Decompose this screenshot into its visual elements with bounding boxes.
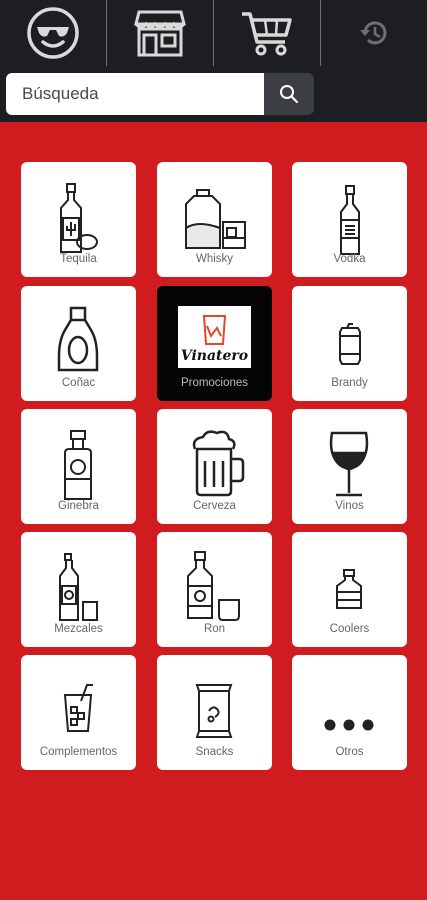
cart-icon — [242, 12, 292, 56]
nav-cart-button[interactable] — [214, 0, 321, 66]
nav-history-button[interactable] — [321, 0, 427, 66]
category-tile-brandy[interactable]: Brandy — [292, 286, 407, 401]
category-label: Brandy — [331, 377, 368, 389]
category-label: Cerveza — [193, 500, 236, 512]
category-label: Vodka — [333, 253, 366, 265]
category-tile-mezcales[interactable]: Mezcales — [21, 532, 136, 647]
search-button[interactable] — [264, 73, 314, 115]
smiley-sunglasses-icon — [27, 7, 79, 59]
category-label: Complementos — [39, 746, 118, 758]
category-tile-coolers[interactable]: Coolers — [292, 532, 407, 647]
category-label: Coñac — [61, 377, 96, 389]
category-label: Tequila — [60, 253, 97, 265]
nav-store-button[interactable] — [107, 0, 214, 66]
store-icon — [134, 10, 186, 57]
promotions-logo-text: Vinatero — [181, 348, 248, 364]
category-tile-otros[interactable]: Otros — [292, 655, 407, 770]
category-grid: Tequila Whisky Vodka Coñac Vinatero Prom… — [0, 122, 427, 900]
category-label: Ginebra — [58, 500, 99, 512]
category-tile-vodka[interactable]: Vodka — [292, 162, 407, 277]
category-label: Vinos — [335, 500, 364, 512]
category-tile-promociones[interactable]: Vinatero Promociones — [157, 286, 272, 401]
category-tile-cognac[interactable]: Coñac — [21, 286, 136, 401]
search-icon — [280, 85, 299, 104]
category-tile-tequila[interactable]: Tequila — [21, 162, 136, 277]
category-label: Otros — [335, 746, 364, 758]
category-tile-ginebra[interactable]: Ginebra — [21, 409, 136, 524]
top-navigation — [0, 0, 427, 66]
category-label: Mezcales — [54, 623, 103, 635]
category-tile-ron[interactable]: Ron — [157, 532, 272, 647]
category-tile-snacks[interactable]: Snacks — [157, 655, 272, 770]
category-label: Promociones — [180, 377, 249, 389]
category-label: Whisky — [195, 253, 234, 265]
search-bar — [0, 66, 427, 122]
category-label: Ron — [203, 623, 226, 635]
category-tile-vinos[interactable]: Vinos — [292, 409, 407, 524]
nav-profile-button[interactable] — [0, 0, 107, 66]
category-label: Coolers — [329, 623, 370, 635]
category-tile-complementos[interactable]: Complementos — [21, 655, 136, 770]
search-input[interactable] — [6, 73, 264, 115]
category-tile-cerveza[interactable]: Cerveza — [157, 409, 272, 524]
category-label: Snacks — [195, 746, 234, 758]
history-icon — [360, 21, 387, 45]
category-tile-whisky[interactable]: Whisky — [157, 162, 272, 277]
